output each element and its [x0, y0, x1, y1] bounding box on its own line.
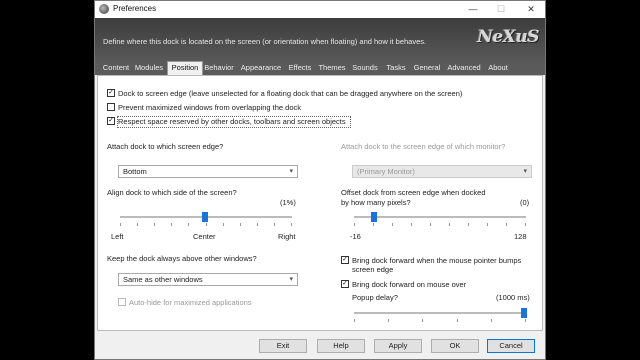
monitor-label: Attach dock to the screen edge of which … — [341, 142, 506, 151]
tab-tasks[interactable]: Tasks — [383, 62, 409, 74]
banner-description: Define where this dock is located on the… — [103, 37, 427, 46]
align-slider-thumb[interactable] — [202, 212, 208, 222]
chevron-down-icon: ▾ — [289, 276, 293, 283]
prevent-max-checkbox[interactable] — [107, 103, 115, 111]
offset-min-label: -16 — [350, 232, 361, 241]
attach-edge-value: Bottom — [123, 167, 147, 176]
tab-effects[interactable]: Effects — [286, 62, 314, 74]
bring-forward-mouse-label: Bring dock forward on mouse over — [352, 280, 467, 289]
cancel-button[interactable]: Cancel — [487, 339, 535, 353]
respect-space-checkbox[interactable]: ✓ — [107, 117, 115, 125]
monitor-dropdown: (Primary Monitor) ▾ — [352, 165, 532, 178]
tab-content[interactable]: Content — [101, 62, 131, 74]
maximize-icon: ☐ — [496, 4, 506, 14]
keep-above-label: Keep the dock always above other windows… — [107, 254, 257, 263]
tab-modules[interactable]: Modules — [133, 62, 165, 74]
offset-slider-track[interactable] — [354, 216, 526, 218]
offset-label-line1: Offset dock from screen edge when docked — [341, 188, 486, 197]
dock-edge-label: Dock to screen edge (leave unselected fo… — [118, 89, 463, 98]
header-banner: Define where this dock is located on the… — [95, 18, 545, 62]
minimize-icon[interactable]: — — [461, 2, 485, 16]
exit-button[interactable]: Exit — [259, 339, 307, 353]
popup-delay-slider-track[interactable] — [354, 312, 526, 314]
tab-advanced[interactable]: Advanced — [445, 62, 483, 74]
tab-themes[interactable]: Themes — [317, 62, 347, 74]
monitor-value: (Primary Monitor) — [357, 167, 415, 176]
align-slider-ticks — [120, 223, 292, 226]
offset-slider-thumb[interactable] — [371, 212, 377, 222]
apply-button[interactable]: Apply — [374, 339, 422, 353]
offset-max-label: 128 — [514, 232, 527, 241]
attach-edge-dropdown[interactable]: Bottom ▾ — [118, 165, 298, 178]
bring-forward-bump-label-line2: screen edge — [352, 265, 394, 274]
ok-button[interactable]: OK — [431, 339, 479, 353]
tab-behavior[interactable]: Behavior — [203, 62, 235, 74]
dock-edge-checkbox[interactable]: ✓ — [107, 89, 115, 97]
nexus-logo: NeXuS — [477, 27, 539, 47]
popup-delay-slider-thumb[interactable] — [521, 308, 527, 318]
autohide-checkbox — [118, 298, 126, 306]
align-center-label: Center — [193, 232, 216, 241]
window-title: Preferences — [113, 4, 157, 13]
attach-edge-label: Attach dock to which screen edge? — [107, 142, 224, 151]
tab-general[interactable]: General — [411, 62, 443, 74]
close-icon[interactable]: ✕ — [519, 2, 543, 16]
help-button[interactable]: Help — [317, 339, 365, 353]
autohide-label: Auto-hide for maximized applications — [129, 298, 252, 307]
align-value: (1%) — [280, 198, 296, 207]
keep-above-dropdown[interactable]: Same as other windows ▾ — [118, 273, 298, 286]
tab-position[interactable]: Position — [167, 61, 203, 76]
popup-delay-value: (1000 ms) — [496, 293, 530, 302]
align-right-label: Right — [278, 232, 296, 241]
tab-sounds[interactable]: Sounds — [350, 62, 380, 74]
keep-above-value: Same as other windows — [123, 275, 203, 284]
bring-forward-mouse-checkbox[interactable]: ✓ — [341, 280, 349, 288]
tab-appearance[interactable]: Appearance — [239, 62, 283, 74]
offset-slider-ticks — [354, 223, 526, 226]
bring-forward-bump-label-line1: Bring dock forward when the mouse pointe… — [352, 256, 522, 265]
align-label: Align dock to which side of the screen? — [107, 188, 237, 197]
offset-label-line2: by how many pixels? — [341, 198, 411, 207]
tab-about[interactable]: About — [485, 62, 511, 74]
respect-space-label: Respect space reserved by other docks, t… — [118, 117, 346, 126]
title-bar: Preferences — ☐ ✕ — [95, 1, 545, 18]
preferences-window: Preferences — ☐ ✕ Define where this dock… — [94, 0, 546, 360]
chevron-down-icon: ▾ — [523, 168, 527, 175]
offset-value: (0) — [520, 198, 530, 207]
popup-delay-slider-ticks — [354, 319, 526, 322]
popup-delay-label: Popup delay? — [352, 293, 398, 302]
align-left-label: Left — [111, 232, 124, 241]
position-panel: ✓ Dock to screen edge (leave unselected … — [97, 75, 543, 331]
app-icon — [99, 4, 109, 14]
chevron-down-icon: ▾ — [289, 168, 293, 175]
prevent-max-label: Prevent maximized windows from overlappi… — [118, 103, 301, 112]
bring-forward-bump-checkbox[interactable]: ✓ — [341, 256, 349, 264]
